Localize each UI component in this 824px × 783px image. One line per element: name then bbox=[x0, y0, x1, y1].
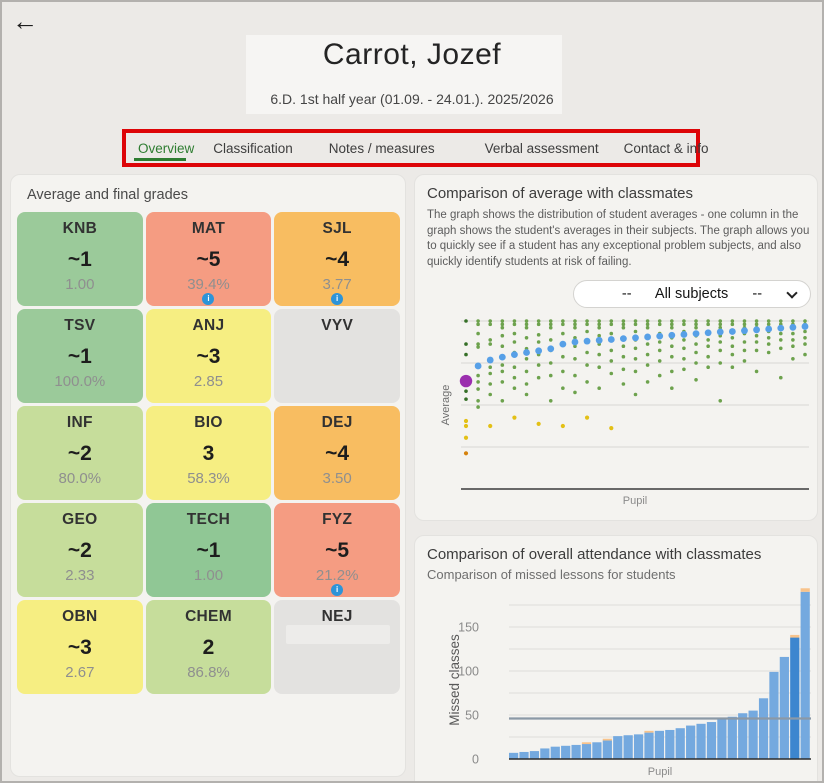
subject-average-value: 2.67 bbox=[17, 664, 143, 681]
subject-code: INF bbox=[17, 414, 143, 432]
subject-grade: ~4 bbox=[274, 442, 400, 466]
subject-filter-value: -- All subjects -- bbox=[622, 286, 762, 302]
subject-card[interactable]: NEJ bbox=[274, 600, 400, 694]
subject-average-value: 58.3% bbox=[146, 470, 272, 487]
subject-average-value: 1.00 bbox=[17, 276, 143, 293]
grade-card-grid: KNB ~1 1.00 MAT ~5 39.4% i SJL ~4 3.77 i… bbox=[17, 212, 400, 694]
average-scatter-chart: Average Pupil bbox=[415, 303, 819, 522]
average-panel-title: Comparison of average with classmates bbox=[427, 185, 693, 202]
annotation-highlight-frame: Overview Classification Notes / measures… bbox=[122, 129, 700, 167]
subject-card[interactable]: INF ~2 80.0% bbox=[17, 406, 143, 500]
subject-average-value: 1.00 bbox=[146, 567, 272, 584]
subject-code: NEJ bbox=[274, 608, 400, 626]
subject-code: CHEM bbox=[146, 608, 272, 626]
subject-card[interactable]: TSV ~1 100.0% bbox=[17, 309, 143, 403]
subject-grade: ~5 bbox=[146, 248, 272, 272]
subject-code: VYV bbox=[274, 317, 400, 335]
subject-code: TSV bbox=[17, 317, 143, 335]
bar-y-label: Missed classes bbox=[447, 634, 462, 726]
class-term-subtitle: 6.D. 1st half year (01.09. - 24.01.). 20… bbox=[2, 91, 822, 107]
tab-contact-info[interactable]: Contact & info bbox=[624, 141, 709, 156]
subject-grade: ~1 bbox=[17, 248, 143, 272]
subject-average-value: 3.50 bbox=[274, 470, 400, 487]
subject-grade: ~5 bbox=[274, 539, 400, 563]
subject-grade: ~1 bbox=[146, 539, 272, 563]
subject-code: KNB bbox=[17, 220, 143, 238]
subject-card[interactable]: VYV bbox=[274, 309, 400, 403]
subject-grade: ~4 bbox=[274, 248, 400, 272]
info-icon[interactable]: i bbox=[331, 584, 343, 596]
subject-average-value: 39.4% bbox=[146, 276, 272, 293]
subject-grade: 3 bbox=[146, 442, 272, 466]
info-icon[interactable]: i bbox=[331, 293, 343, 305]
subject-average-value: 2.33 bbox=[17, 567, 143, 584]
bar-y-tick: 50 bbox=[465, 709, 479, 723]
grades-panel-title: Average and final grades bbox=[27, 187, 188, 203]
scatter-y-label: Average bbox=[440, 385, 452, 426]
subject-code: SJL bbox=[274, 220, 400, 238]
subject-card[interactable]: CHEM 2 86.8% bbox=[146, 600, 272, 694]
subject-average-value: 21.2% bbox=[274, 567, 400, 584]
subject-code: MAT bbox=[146, 220, 272, 238]
subject-card[interactable]: KNB ~1 1.00 bbox=[17, 212, 143, 306]
attendance-panel-subtitle: Comparison of missed lessons for student… bbox=[427, 567, 676, 582]
subject-code: OBN bbox=[17, 608, 143, 626]
subject-code: GEO bbox=[17, 511, 143, 529]
bar-x-label: Pupil bbox=[648, 766, 672, 778]
subject-grade: ~3 bbox=[146, 345, 272, 369]
active-tab-underline bbox=[134, 158, 186, 161]
bar-y-tick: 0 bbox=[472, 753, 479, 767]
chevron-down-icon bbox=[786, 287, 797, 298]
subject-grade: 2 bbox=[146, 636, 272, 660]
subject-card[interactable]: TECH ~1 1.00 bbox=[146, 503, 272, 597]
tab-overview[interactable]: Overview bbox=[138, 141, 194, 156]
tab-classification[interactable]: Classification bbox=[213, 141, 293, 156]
subject-average-value: 2.85 bbox=[146, 373, 272, 390]
subject-card[interactable]: MAT ~5 39.4% i bbox=[146, 212, 272, 306]
subject-average-value: 86.8% bbox=[146, 664, 272, 681]
average-comparison-panel: Comparison of average with classmates Th… bbox=[414, 174, 818, 521]
attendance-panel-title: Comparison of overall attendance with cl… bbox=[427, 546, 761, 563]
info-icon[interactable]: i bbox=[202, 293, 214, 305]
subject-card[interactable]: GEO ~2 2.33 bbox=[17, 503, 143, 597]
scatter-x-label: Pupil bbox=[623, 495, 647, 507]
attendance-bar-chart: 050100150Missed classesPupil bbox=[415, 583, 819, 783]
subject-average-value: 3.77 bbox=[274, 276, 400, 293]
tab-notes-measures[interactable]: Notes / measures bbox=[329, 141, 435, 156]
student-overview-page: ← Carrot, Jozef 6.D. 1st half year (01.0… bbox=[0, 0, 824, 783]
subject-average-value: 100.0% bbox=[17, 373, 143, 390]
attendance-comparison-panel: Comparison of overall attendance with cl… bbox=[414, 535, 818, 783]
empty-grade-placeholder bbox=[286, 625, 390, 644]
average-panel-description: The graph shows the distribution of stud… bbox=[427, 208, 810, 270]
tab-verbal-assessment[interactable]: Verbal assessment bbox=[485, 141, 599, 156]
subject-card[interactable]: DEJ ~4 3.50 bbox=[274, 406, 400, 500]
subject-code: TECH bbox=[146, 511, 272, 529]
subject-grade: ~2 bbox=[17, 442, 143, 466]
subject-card[interactable]: ANJ ~3 2.85 bbox=[146, 309, 272, 403]
back-button[interactable]: ← bbox=[12, 8, 38, 34]
subject-code: ANJ bbox=[146, 317, 272, 335]
student-name-title: Carrot, Jozef bbox=[2, 38, 822, 72]
subject-average-value: 80.0% bbox=[17, 470, 143, 487]
subject-code: DEJ bbox=[274, 414, 400, 432]
subject-grade: ~1 bbox=[17, 345, 143, 369]
subject-code: FYZ bbox=[274, 511, 400, 529]
subject-grade: ~2 bbox=[17, 539, 143, 563]
bar-y-tick: 150 bbox=[458, 621, 479, 635]
subject-code: BIO bbox=[146, 414, 272, 432]
subject-card[interactable]: BIO 3 58.3% bbox=[146, 406, 272, 500]
subject-card[interactable]: SJL ~4 3.77 i bbox=[274, 212, 400, 306]
subject-grade: ~3 bbox=[17, 636, 143, 660]
subject-card[interactable]: FYZ ~5 21.2% i bbox=[274, 503, 400, 597]
grades-panel: Average and final grades KNB ~1 1.00 MAT… bbox=[10, 174, 406, 777]
subject-card[interactable]: OBN ~3 2.67 bbox=[17, 600, 143, 694]
